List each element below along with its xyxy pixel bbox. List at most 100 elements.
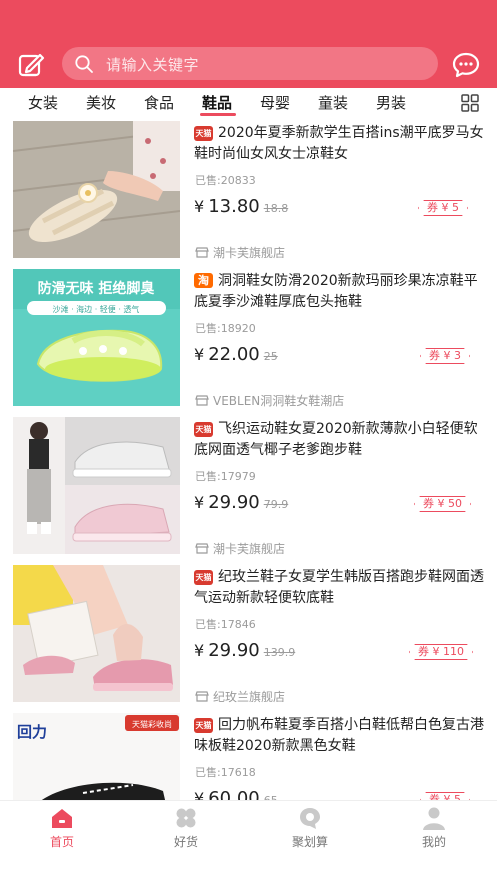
tab-food[interactable]: 食品 — [144, 92, 174, 113]
price: ¥29.90 139.9 — [194, 640, 295, 661]
coupon-badge[interactable]: 券 ¥ 5 — [418, 200, 468, 216]
system-home-area — [0, 855, 497, 883]
coupon-badge[interactable]: 券 ¥ 3 — [420, 348, 470, 364]
price-value: 29.90 — [208, 640, 260, 661]
category-tabs: | 女装 美妆 食品 鞋品 母婴 童装 男装 — [0, 88, 497, 117]
product-image[interactable]: 防滑无味 拒绝脚臭 沙滩 · 海边 · 轻便 · 透气 — [13, 269, 180, 406]
nav-mine[interactable]: 我的 — [372, 801, 496, 856]
search-bar[interactable]: 请输入关键字 — [62, 47, 438, 80]
currency-symbol: ¥ — [194, 493, 205, 512]
message-icon[interactable] — [451, 50, 481, 80]
tmall-badge: 天猫 — [194, 422, 213, 437]
sold-count: 已售:18920 — [195, 322, 256, 335]
currency-symbol: ¥ — [194, 345, 205, 364]
speech-bubble-icon — [300, 808, 320, 829]
coupon-badge[interactable]: 券 ¥ 5 — [420, 792, 470, 800]
price: ¥60.0065 — [194, 788, 278, 800]
taobao-badge: 淘 — [194, 273, 213, 288]
tab-beauty[interactable]: 美妆 — [86, 92, 116, 113]
shop-name-text: VEBLEN洞洞鞋女鞋潮店 — [213, 394, 345, 408]
shop-name-text: 潮卡芙旗舰店 — [213, 542, 286, 556]
product-list: 天猫 2020年夏季新款学生百搭ins潮平底罗马女鞋时尚仙女风女士凉鞋女 已售:2… — [0, 117, 497, 800]
product-title[interactable]: 天猫 飞织运动鞋女夏2020新款薄款小白轻便软底网面透气椰子老爹跑步鞋 — [194, 419, 488, 461]
sold-count: 已售:17979 — [195, 470, 256, 483]
shop-name[interactable]: 潮卡芙旗舰店 — [195, 244, 285, 261]
sneaker-photo — [13, 417, 180, 554]
shop-name-text: 纪玫兰旗舰店 — [213, 690, 286, 704]
tab-men[interactable]: 男装 — [376, 92, 406, 113]
product-image[interactable] — [13, 417, 180, 554]
canvas-shoe-photo: 回力 天猫彩收尚 — [13, 713, 180, 800]
clover-icon — [176, 808, 196, 828]
shop-name[interactable]: 潮卡芙旗舰店 — [195, 540, 285, 557]
tab-baby[interactable]: 母婴 — [260, 92, 290, 113]
coupon-badge[interactable]: 券 ¥ 50 — [414, 496, 471, 512]
tab-kids[interactable]: 童装 — [318, 92, 348, 113]
product-card[interactable]: 天猫 飞织运动鞋女夏2020新款薄款小白轻便软底网面透气椰子老爹跑步鞋 已售:17… — [0, 413, 497, 561]
thumb-brand: 回力 — [17, 723, 47, 741]
search-placeholder[interactable]: 请输入关键字 — [106, 54, 199, 75]
price: ¥22.00 25 — [194, 344, 278, 365]
original-price: 25 — [263, 350, 278, 363]
home-icon — [52, 809, 72, 828]
clog-photo: 防滑无味 拒绝脚臭 沙滩 · 海边 · 轻便 · 透气 — [13, 269, 180, 406]
product-title[interactable]: 天猫 2020年夏季新款学生百搭ins潮平底罗马女鞋时尚仙女风女士凉鞋女 — [194, 123, 488, 165]
product-image[interactable] — [13, 121, 180, 258]
product-title-text: 回力帆布鞋夏季百搭小白鞋低帮白色复古港味板鞋2020新款黑色女鞋 — [194, 717, 484, 754]
product-title[interactable]: 天猫 回力帆布鞋夏季百搭小白鞋低帮白色复古港味板鞋2020新款黑色女鞋 — [194, 715, 488, 757]
product-title[interactable]: 淘洞洞鞋女防滑2020新款玛丽珍果冻凉鞋平底夏季沙滩鞋厚底包头拖鞋 — [194, 271, 488, 313]
product-title[interactable]: 天猫 纪玫兰鞋子女夏学生韩版百搭跑步鞋网面透气运动新款轻便软底鞋 — [194, 567, 488, 609]
tmall-badge: 天猫 — [194, 570, 213, 585]
sold-count: 已售:17618 — [195, 766, 256, 779]
thumb-tags: 沙滩 · 海边 · 轻便 · 透气 — [53, 304, 140, 314]
price-value: 13.80 — [208, 196, 260, 217]
product-image[interactable]: 回力 天猫彩收尚 — [13, 713, 180, 800]
thumb-badge: 天猫彩收尚 — [132, 719, 172, 729]
currency-symbol: ¥ — [194, 789, 205, 800]
grid-menu-icon[interactable] — [461, 94, 479, 112]
thumb-headline: 防滑无味 拒绝脚臭 — [38, 280, 156, 297]
product-title-text: 纪玫兰鞋子女夏学生韩版百搭跑步鞋网面透气运动新款轻便软底鞋 — [194, 569, 484, 606]
original-price: 79.9 — [263, 498, 289, 511]
tab-women[interactable]: 女装 — [28, 92, 58, 113]
nav-mine-label: 我的 — [421, 835, 446, 849]
product-card[interactable]: 回力 天猫彩收尚 天猫 回力帆布鞋夏季百搭小白鞋低帮白色复古港味板鞋2020新款黑… — [0, 709, 497, 800]
shop-icon — [195, 395, 209, 406]
edit-icon[interactable] — [16, 50, 46, 80]
shop-name-text: 潮卡芙旗舰店 — [213, 246, 286, 260]
user-icon — [423, 807, 445, 830]
nav-home-label: 首页 — [49, 835, 74, 849]
nav-goods[interactable]: 好货 — [124, 801, 248, 856]
currency-symbol: ¥ — [194, 197, 205, 216]
product-image[interactable] — [13, 565, 180, 702]
sandal-photo — [13, 121, 180, 258]
product-card[interactable]: 天猫 纪玫兰鞋子女夏学生韩版百搭跑步鞋网面透气运动新款轻便软底鞋 已售:17846… — [0, 561, 497, 709]
shop-icon — [195, 543, 209, 554]
price-value: 60.00 — [208, 788, 260, 800]
sold-count: 已售:20833 — [195, 174, 256, 187]
product-title-text: 2020年夏季新款学生百搭ins潮平底罗马女鞋时尚仙女风女士凉鞋女 — [194, 125, 484, 162]
app-header: 请输入关键字 — [0, 0, 497, 88]
price-value: 29.90 — [208, 492, 260, 513]
price: ¥29.90 79.9 — [194, 492, 288, 513]
shop-name[interactable]: VEBLEN洞洞鞋女鞋潮店 — [195, 392, 344, 409]
coupon-badge[interactable]: 券 ¥ 110 — [409, 644, 473, 660]
shop-name[interactable]: 纪玫兰旗舰店 — [195, 688, 285, 705]
price-value: 22.00 — [208, 344, 260, 365]
bottom-navigation: 首页 好货 聚划算 我的 — [0, 800, 497, 855]
original-price: 139.9 — [263, 646, 296, 659]
shop-icon — [195, 691, 209, 702]
nav-home[interactable]: 首页 — [0, 801, 124, 856]
search-icon — [75, 55, 93, 73]
product-card[interactable]: 天猫 2020年夏季新款学生百搭ins潮平底罗马女鞋时尚仙女风女士凉鞋女 已售:2… — [0, 117, 497, 265]
active-tab-indicator — [200, 113, 236, 116]
price: ¥13.80 18.8 — [194, 196, 288, 217]
product-title-text: 洞洞鞋女防滑2020新款玛丽珍果冻凉鞋平底夏季沙滩鞋厚底包头拖鞋 — [194, 273, 478, 310]
nav-deals[interactable]: 聚划算 — [248, 801, 372, 856]
nav-goods-label: 好货 — [173, 835, 198, 849]
shop-icon — [195, 247, 209, 258]
currency-symbol: ¥ — [194, 641, 205, 660]
product-card[interactable]: 防滑无味 拒绝脚臭 沙滩 · 海边 · 轻便 · 透气 淘洞洞鞋女防滑2020新… — [0, 265, 497, 413]
tab-shoes[interactable]: 鞋品 — [202, 92, 232, 113]
running-shoe-photo — [13, 565, 180, 702]
